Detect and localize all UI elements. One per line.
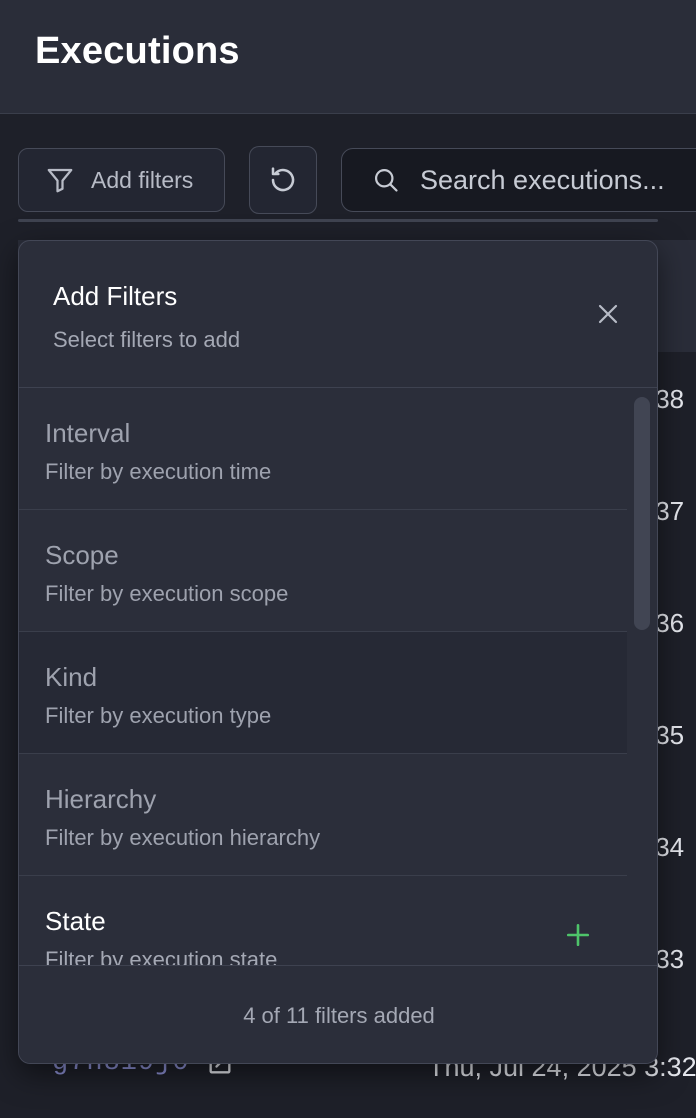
filter-name: State xyxy=(45,906,106,936)
filter-item-scope[interactable]: Scope Filter by execution scope xyxy=(19,510,627,632)
page-title: Executions xyxy=(35,30,240,72)
reset-button[interactable] xyxy=(249,146,317,214)
filter-description: Filter by execution state xyxy=(45,947,278,965)
add-filters-panel: Add Filters Select filters to add Interv… xyxy=(18,240,658,1064)
filter-description: Filter by execution scope xyxy=(45,581,289,606)
panel-title: Add Filters xyxy=(53,281,178,311)
reset-icon xyxy=(271,167,295,192)
scrollbar-thumb[interactable] xyxy=(634,397,650,630)
filter-list: Interval Filter by execution time Scope … xyxy=(19,388,627,965)
filter-item-interval[interactable]: Interval Filter by execution time xyxy=(19,388,627,510)
add-filters-label: Add filters xyxy=(91,166,194,193)
filter-description: Filter by execution type xyxy=(45,703,272,728)
close-icon xyxy=(598,304,618,324)
add-filters-button[interactable]: Add filters xyxy=(18,148,225,212)
search-input[interactable] xyxy=(420,164,696,196)
filter-name: Scope xyxy=(45,540,119,570)
search-box[interactable] xyxy=(341,148,696,212)
toolbar-divider xyxy=(18,219,658,222)
filter-item-hierarchy[interactable]: Hierarchy Filter by execution hierarchy xyxy=(19,754,627,876)
close-button[interactable] xyxy=(593,299,623,329)
filter-description: Filter by execution time xyxy=(45,459,272,484)
filter-item-kind[interactable]: Kind Filter by execution type xyxy=(19,632,627,754)
filter-name: Kind xyxy=(45,662,98,692)
panel-subtitle: Select filters to add xyxy=(53,327,241,352)
filter-description: Filter by execution hierarchy xyxy=(45,825,321,850)
filter-icon xyxy=(47,168,73,193)
filter-name: Interval xyxy=(45,418,131,448)
filters-count-footer: 4 of 11 filters added xyxy=(19,965,657,1063)
page-header: Executions xyxy=(0,0,696,114)
panel-header: Add Filters Select filters to add xyxy=(19,241,657,388)
filter-name: Hierarchy xyxy=(45,784,157,814)
filter-item-state[interactable]: State Filter by execution state xyxy=(19,876,627,965)
search-icon xyxy=(374,168,398,192)
plus-icon[interactable] xyxy=(565,922,591,948)
